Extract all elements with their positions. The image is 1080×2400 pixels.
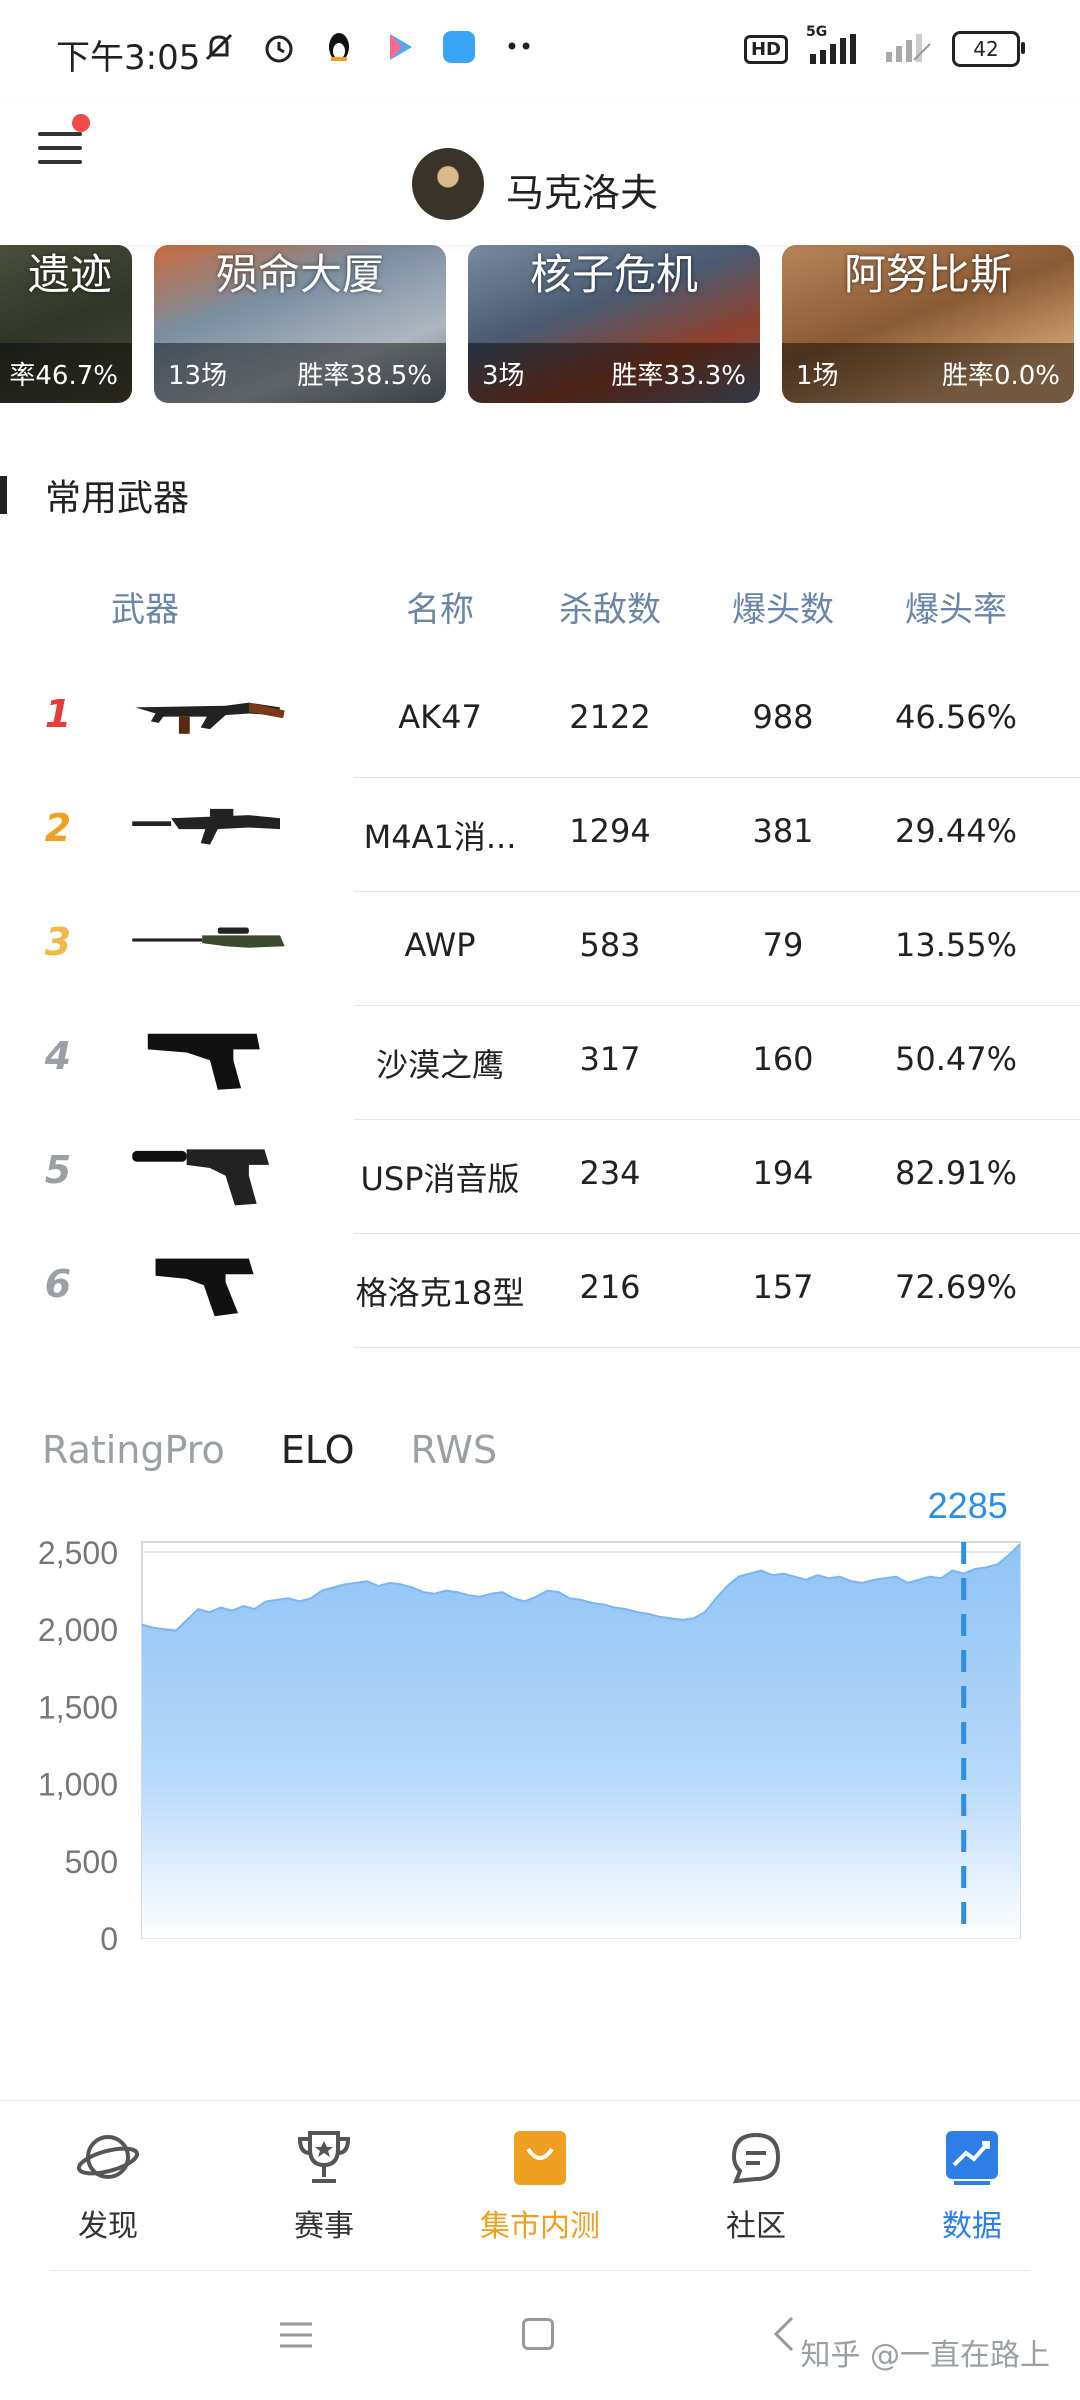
cell-hs-rate: 29.44%: [894, 812, 1017, 850]
status-time: 下午3:05: [56, 38, 201, 78]
battery-icon: 42: [952, 31, 1025, 67]
top-header: 马克洛夫: [0, 100, 1080, 245]
divider: [50, 2270, 1030, 2271]
header-headshots: 爆头数: [732, 590, 834, 630]
avatar[interactable]: [412, 148, 484, 220]
cell-name: 格洛克18型: [355, 1274, 525, 1312]
ak47-gun-icon: [110, 684, 310, 754]
video-app-icon: [380, 28, 418, 66]
header-hs-rate: 爆头率: [905, 590, 1007, 630]
table-row[interactable]: 6 格洛克18型 216 157 72.69%: [0, 1234, 1080, 1348]
rank-number: 1: [44, 692, 72, 736]
back-icon[interactable]: [770, 2314, 798, 2354]
map-stats-carousel[interactable]: 遗迹 率46.7% 殒命大厦 13场 胜率38.5% 核子危机 3场 胜率33.3%…: [0, 245, 1080, 405]
trophy-icon: [292, 2125, 356, 2189]
chat-bubble-icon: [724, 2125, 788, 2189]
cell-headshots: 157: [752, 1268, 814, 1306]
nav-data[interactable]: 数据: [882, 2125, 1062, 2245]
cell-name: 沙漠之鹰: [375, 1046, 504, 1084]
username: 马克洛夫: [506, 171, 659, 215]
cell-name: M4A1消...: [363, 818, 517, 856]
y-tick-label: 2,500: [38, 1535, 118, 1571]
header-name: 名称: [406, 590, 474, 630]
y-tick-label: 0: [100, 1921, 118, 1957]
mute-icon: [200, 28, 238, 66]
cell-hs-rate: 72.69%: [894, 1268, 1017, 1306]
y-tick-label: 2,000: [38, 1612, 118, 1648]
tab-rws[interactable]: RWS: [411, 1428, 498, 1472]
planet-icon: [76, 2125, 140, 2189]
desert-eagle-gun-icon: [110, 1026, 310, 1096]
cell-headshots: 988: [752, 698, 814, 736]
status-bar: 下午3:05 •• HD 5G 42: [0, 0, 1080, 100]
table-row[interactable]: 4 沙漠之鹰 317 160 50.47%: [0, 1006, 1080, 1120]
header-kills: 杀敌数: [559, 590, 661, 630]
map-card[interactable]: 阿努比斯 1场 胜率0.0%: [782, 245, 1074, 403]
more-dots-icon: ••: [504, 33, 534, 61]
header-weapon: 武器: [111, 590, 179, 630]
nav-community[interactable]: 社区: [666, 2125, 846, 2245]
usp-gun-icon: [110, 1140, 310, 1210]
cell-hs-rate: 13.55%: [894, 926, 1017, 964]
cell-headshots: 79: [762, 926, 804, 964]
cell-headshots: 381: [752, 812, 814, 850]
y-tick-label: 500: [65, 1844, 118, 1880]
cell-kills: 2122: [569, 698, 651, 736]
cell-hs-rate: 82.91%: [894, 1154, 1017, 1192]
watermark: 知乎 @一直在路上: [800, 2338, 1050, 2373]
nav-market[interactable]: 集市内测: [450, 2125, 630, 2245]
map-card[interactable]: 遗迹 率46.7%: [0, 245, 132, 403]
blue-app-icon: [440, 28, 478, 66]
cell-headshots: 160: [752, 1040, 814, 1078]
table-row[interactable]: 1 AK47 2122 988 46.56%: [0, 664, 1080, 778]
cell-headshots: 194: [752, 1154, 814, 1192]
awp-gun-icon: [110, 912, 310, 982]
recents-icon[interactable]: [278, 2320, 314, 2350]
section-title: 常用武器: [0, 470, 189, 520]
rank-number: 5: [44, 1148, 72, 1192]
y-tick-label: 1,500: [38, 1689, 118, 1725]
cell-kills: 317: [579, 1040, 641, 1078]
cell-kills: 216: [579, 1268, 641, 1306]
map-card[interactable]: 核子危机 3场 胜率33.3%: [468, 245, 760, 403]
rank-number: 3: [44, 920, 72, 964]
map-card[interactable]: 殒命大厦 13场 胜率38.5%: [154, 245, 446, 403]
m4a1-gun-icon: [110, 798, 310, 868]
shopping-bag-icon: [508, 2125, 572, 2189]
notification-dot: [72, 114, 90, 132]
cell-name: AWP: [404, 926, 476, 964]
penguin-icon: [320, 28, 358, 66]
cell-hs-rate: 46.56%: [894, 698, 1017, 736]
tab-ratingpro[interactable]: RatingPro: [42, 1428, 225, 1472]
table-row[interactable]: 2 M4A1消... 1294 381 29.44%: [0, 778, 1080, 892]
cell-kills: 1294: [569, 812, 651, 850]
nav-events[interactable]: 赛事: [234, 2125, 414, 2245]
hd-badge: HD: [743, 34, 788, 64]
bottom-nav: 发现 赛事 集市内测 社区 数据: [0, 2100, 1080, 2271]
rating-tabs: RatingPro ELO RWS: [42, 1428, 497, 1472]
nav-discover[interactable]: 发现: [18, 2125, 198, 2245]
cell-name: USP消音版: [360, 1160, 520, 1198]
cell-hs-rate: 50.47%: [894, 1040, 1017, 1078]
glock-gun-icon: [110, 1254, 310, 1324]
highlight-value-label: 2285: [928, 1490, 1008, 1526]
rank-number: 6: [44, 1262, 72, 1306]
cell-name: AK47: [398, 698, 482, 736]
rank-number: 2: [44, 806, 72, 850]
table-row[interactable]: 3 AWP 583 79 13.55%: [0, 892, 1080, 1006]
signal-5g-icon: 5G: [806, 24, 866, 66]
chart-icon: [940, 2125, 1004, 2189]
cell-kills: 583: [579, 926, 641, 964]
cell-kills: 234: [579, 1154, 641, 1192]
table-row[interactable]: 5 USP消音版 234 194 82.91%: [0, 1120, 1080, 1234]
tab-elo[interactable]: ELO: [281, 1428, 355, 1472]
y-tick-label: 1,000: [38, 1767, 118, 1803]
menu-button[interactable]: [36, 114, 90, 170]
rank-number: 4: [44, 1034, 72, 1078]
elo-chart[interactable]: 2,500 2,000 1,500 1,000 500 0 2285: [0, 1490, 1080, 1970]
signal-weak-icon: [884, 30, 934, 68]
elo-area: [142, 1544, 1020, 1938]
home-icon[interactable]: [522, 2318, 554, 2350]
alarm-icon: [260, 28, 298, 66]
